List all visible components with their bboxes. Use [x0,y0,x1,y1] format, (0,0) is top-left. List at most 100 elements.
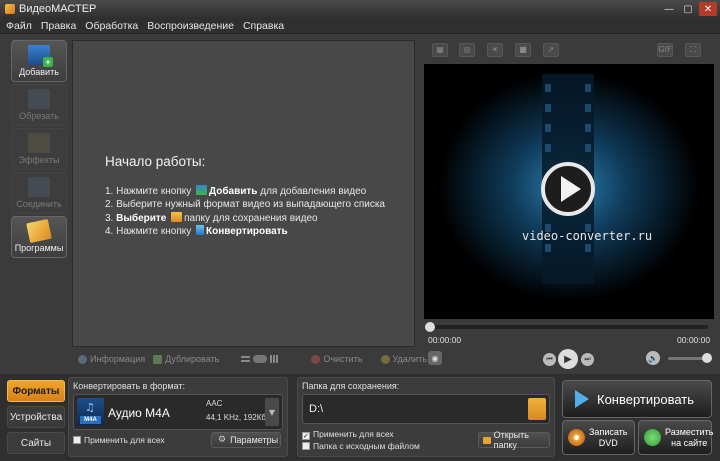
step-1-post: для добавления видео [260,186,367,197]
cut-button[interactable]: Обрезать [11,84,67,126]
menu-bar: Файл Правка Обработка Воспроизведение Сп… [0,18,720,34]
publish-online-button[interactable]: Разместить на сайте [638,420,713,455]
duplicate-button[interactable]: Дублировать [153,354,219,364]
programs-icon [26,218,52,244]
volume-handle[interactable] [702,353,712,363]
brightness-icon[interactable]: ☀ [487,43,503,57]
preview-toolbar: ▦ ◎ ☀ ■ ➚ GIF ⛶ [424,40,714,62]
film-cut-icon [28,89,50,109]
dvd-disc-icon [568,429,585,446]
menu-process[interactable]: Обработка [85,20,138,32]
video-preview[interactable]: video-converter.ru [424,64,714,319]
minimize-button[interactable]: — [661,2,677,16]
menu-playback[interactable]: Воспроизведение [147,20,234,32]
camera-icon[interactable]: ■ [515,43,531,57]
preview-watermark: video-converter.ru [522,229,653,243]
upload-globe-icon [644,429,661,446]
music-note-icon: ♫ [85,401,95,414]
duplicate-icon [153,354,163,364]
format-tag: M4A [80,416,101,424]
snapshot-button[interactable]: ◉ [428,351,442,365]
step-4-bold: Конвертировать [206,226,288,237]
prev-frame-button[interactable]: ⏮ [543,353,556,366]
step-4-text: 4. Нажмите кнопку [105,226,192,237]
format-apply-all[interactable]: Применить для всех [73,435,165,445]
maximize-button[interactable]: ▢ [680,2,696,16]
gear-icon: ⚙ [218,435,227,445]
delete-label: Удалить [392,354,427,364]
folder-apply-all[interactable]: ✓ Применить для всех [302,429,394,440]
convert-label: Конвертировать [597,391,695,407]
format-codec: AAC [206,399,223,408]
source-folder-checkbox[interactable] [302,442,310,450]
clear-button[interactable]: Очистить [311,354,363,364]
info-label: Информация [90,354,146,364]
preview-artwork [424,64,714,319]
file-list-area[interactable]: Начало работы: 1. Нажмите кнопку Добавит… [72,40,415,347]
menu-file[interactable]: Файл [6,20,32,32]
source-folder-label: Папка с исходным файлом [313,441,420,451]
source-folder-option[interactable]: Папка с исходным файлом [302,441,420,451]
browse-folder-icon[interactable] [528,398,546,420]
step-1-bold: Добавить [209,186,258,197]
tab-formats[interactable]: Форматы [7,380,65,402]
time-total: 00:00:00 [677,335,711,345]
stabilize-icon[interactable]: ◎ [459,43,475,57]
close-button[interactable]: ✕ [699,2,717,16]
play-button[interactable]: ▶ [558,349,578,369]
title-bar: ВидеоМАСТЕР — ▢ ✕ [0,0,720,18]
list-view-icon [241,356,251,362]
tab-sites[interactable]: Сайты [7,432,65,454]
publish-text: Разместить на сайте [665,427,713,449]
format-select[interactable]: ♫ M4A Аудио M4A AAC 44,1 KHz, 192Кбит ▼ [73,394,283,430]
programs-label: Программы [14,243,64,253]
programs-button[interactable]: Программы [11,216,67,258]
join-label: Соединить [16,199,62,209]
output-folder-panel: Папка для сохранения: D:\ ✓ Применить для… [297,377,555,457]
parameters-label: Параметры [230,435,279,445]
delete-button[interactable]: Удалить [380,354,427,364]
add-button[interactable]: + Добавить [11,40,67,82]
clear-label: Очистить [323,354,363,364]
info-icon [78,354,87,364]
parameters-button[interactable]: ⚙ Параметры [211,432,281,448]
seek-bar[interactable] [425,322,708,332]
open-folder-button[interactable]: Открыть папку [478,430,550,450]
crop-icon[interactable]: ▦ [432,43,448,57]
step-3-bold: Выберите [116,213,167,224]
chevron-down-icon[interactable]: ▼ [265,398,279,426]
format-apply-all-checkbox[interactable] [73,436,81,444]
output-path-value: D:\ [309,403,324,415]
convert-arrow-icon [575,390,589,408]
info-button[interactable]: Информация [78,354,145,364]
menu-edit[interactable]: Правка [41,20,76,32]
folder-apply-all-checkbox[interactable]: ✓ [302,432,310,440]
step-1-text: 1. Нажмите кнопку [105,186,192,197]
burn-dvd-line1: Записать [589,426,628,437]
app-window: ВидеоМАСТЕР — ▢ ✕ Файл Правка Обработка … [0,0,720,461]
output-path-field[interactable]: D:\ [302,394,550,424]
tab-devices[interactable]: Устройства [7,406,65,428]
seek-handle[interactable] [425,322,435,332]
cut-label: Обрезать [19,111,59,121]
format-params: 44,1 KHz, 192Кбит [206,413,275,422]
gif-button[interactable]: GIF [657,43,673,57]
fullscreen-icon[interactable]: ⛶ [685,43,701,57]
window-title: ВидеоМАСТЕР [19,3,97,15]
folder-icon [483,436,491,444]
volume-slider[interactable] [668,353,712,363]
join-button[interactable]: Соединить [11,172,67,214]
burn-dvd-button[interactable]: Записать DVD [562,420,635,455]
format-name: Аудио M4A [108,406,170,420]
format-panel: Конвертировать в формат: ♫ M4A Аудио M4A… [68,377,288,457]
view-switch[interactable] [253,355,268,363]
volume-icon[interactable]: 🔈 [646,351,660,365]
burn-dvd-line2: DVD [598,437,618,448]
effects-button[interactable]: Эффекты [11,128,67,170]
menu-help[interactable]: Справка [243,20,284,32]
speed-icon[interactable]: ➚ [543,43,559,57]
view-toggle[interactable] [241,355,280,363]
next-frame-button[interactable]: ⏭ [581,353,594,366]
welcome-title: Начало работы: [105,154,206,169]
convert-button[interactable]: Конвертировать [562,380,712,418]
